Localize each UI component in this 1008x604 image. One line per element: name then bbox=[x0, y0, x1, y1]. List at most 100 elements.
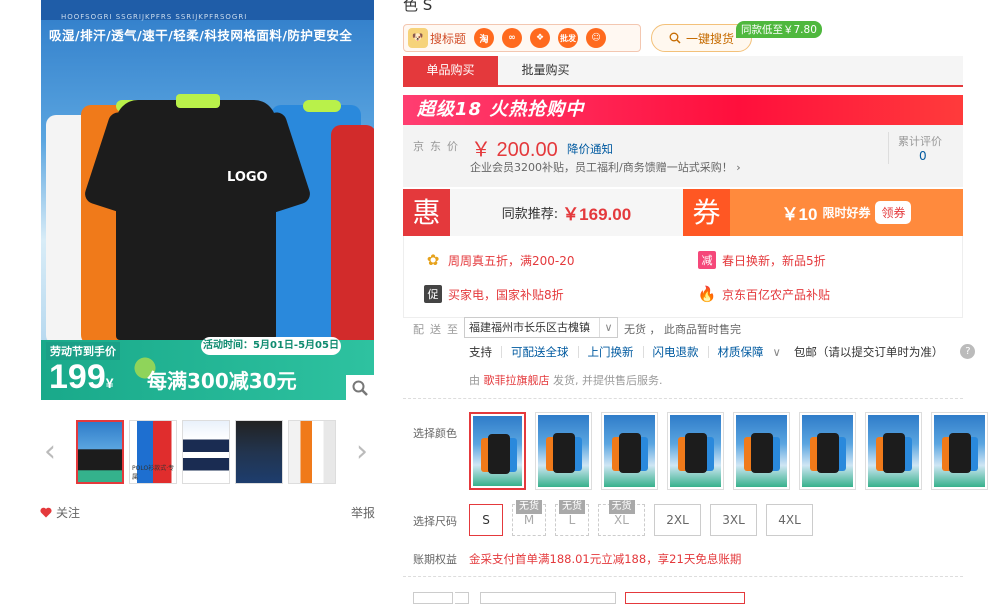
size-label: 选择尺码 bbox=[413, 515, 457, 528]
wholesale-icon[interactable]: 批发 bbox=[558, 28, 579, 48]
purchase-tabs: 单品购买 批量购买 bbox=[403, 56, 963, 87]
promo-item[interactable]: ✿ 周周真五折，满200-20 bbox=[424, 251, 575, 269]
help-icon[interactable]: ? bbox=[960, 344, 976, 359]
divider bbox=[403, 398, 963, 399]
main-product-image[interactable]: HOOFSOGRI SSGRIJKPFRS SSRIJKPFRSOGRI 吸湿/… bbox=[41, 0, 374, 400]
color-option-image bbox=[736, 415, 787, 487]
price-divider bbox=[888, 132, 889, 164]
service-free-shipping: 包邮（请以提交订单时为准） bbox=[793, 344, 944, 359]
service-list: 支持 可配送全球 上门换新 闪电退款 材质保障 ∨ 包邮（请以提交订单时为准） … bbox=[469, 344, 976, 359]
quantity-stepper[interactable] bbox=[455, 592, 469, 604]
quan-badge: 券 bbox=[683, 189, 730, 236]
size-option-label: M bbox=[523, 513, 535, 527]
heart-icon bbox=[40, 507, 52, 518]
size-option[interactable]: 2XL bbox=[654, 504, 701, 536]
same-style-recommend[interactable]: 同款推荐: ￥169.00 bbox=[450, 189, 683, 236]
tab-single-purchase[interactable]: 单品购买 bbox=[403, 56, 498, 85]
promo-item-text: 买家电，国家补贴8折 bbox=[448, 287, 564, 302]
size-option[interactable]: L 无货 bbox=[555, 500, 589, 536]
color-option[interactable] bbox=[667, 412, 724, 490]
search-toolbar: 🐶 搜标题 淘 ∞ ❖ 批发 ☺ bbox=[403, 24, 641, 52]
promo-sale-text: 每满300减30元 bbox=[147, 369, 297, 393]
get-coupon-button[interactable]: 领券 bbox=[875, 201, 912, 224]
option-box[interactable] bbox=[480, 592, 616, 604]
review-count[interactable]: 0 bbox=[919, 149, 927, 163]
color-option[interactable] bbox=[931, 412, 988, 490]
color-option[interactable] bbox=[865, 412, 922, 490]
enterprise-subsidy-link[interactable]: 企业会员3200补贴，员工福利/商务馈赠一站式采购！ › bbox=[470, 159, 741, 175]
color-option[interactable] bbox=[601, 412, 658, 490]
service-fast-refund[interactable]: 闪电退款 bbox=[642, 345, 708, 358]
banner-feature-text: 吸湿/排汗/透气/速干/轻柔/科技网格面料/防护更安全 bbox=[49, 28, 353, 43]
color-option-image bbox=[670, 415, 721, 487]
out-of-stock-badge: 无货 bbox=[559, 500, 585, 514]
service-door-exchange[interactable]: 上门换新 bbox=[577, 345, 643, 358]
color-option[interactable] bbox=[733, 412, 790, 490]
size-option-label: S bbox=[482, 513, 490, 527]
quantity-input[interactable] bbox=[413, 592, 453, 604]
thumbnail[interactable] bbox=[182, 420, 230, 484]
thumbnail[interactable] bbox=[235, 420, 283, 484]
taobao-icon[interactable]: 淘 bbox=[474, 28, 495, 48]
promo-item-text: 春日换新，新品5折 bbox=[722, 253, 826, 268]
sale-banner: 超级18 火热抢购中 bbox=[403, 95, 963, 125]
add-to-cart-button[interactable] bbox=[625, 592, 745, 604]
tab-bulk-purchase[interactable]: 批量购买 bbox=[498, 56, 593, 85]
color-option-image bbox=[934, 415, 985, 487]
promo-item-text: 京东百亿农产品补贴 bbox=[722, 287, 831, 302]
price-notify-link[interactable]: 降价通知 bbox=[567, 141, 613, 157]
thumbnail[interactable] bbox=[76, 420, 124, 484]
color-label: 选择颜色 bbox=[413, 427, 457, 440]
product-price: ￥ 200.00 bbox=[471, 139, 558, 161]
zoom-icon[interactable] bbox=[346, 375, 374, 400]
size-option-label: L bbox=[568, 513, 576, 527]
promotion-icon: 促 bbox=[424, 285, 442, 303]
shop-icon[interactable]: ☺ bbox=[586, 28, 607, 48]
shirt-logo-text: LOGO bbox=[227, 170, 268, 185]
thumb-next-arrow-icon[interactable]: › bbox=[353, 437, 371, 467]
review-label: 累计评价 bbox=[898, 135, 942, 148]
promo-item[interactable]: 促 买家电，国家补贴8折 bbox=[424, 285, 564, 303]
service-global-delivery[interactable]: 可配送全球 bbox=[501, 345, 578, 358]
hui-badge: 惠 bbox=[403, 189, 450, 236]
color-option[interactable] bbox=[535, 412, 592, 490]
promo-item[interactable]: 减 春日换新，新品5折 bbox=[698, 251, 826, 269]
thumb-prev-arrow-icon[interactable]: ‹ bbox=[41, 437, 59, 467]
color-option[interactable] bbox=[469, 412, 526, 490]
size-option[interactable]: M 无货 bbox=[512, 500, 546, 536]
delivery-location-select[interactable]: 福建福州市长乐区古槐镇 ∨ bbox=[464, 317, 618, 338]
out-of-stock-badge: 无货 bbox=[516, 500, 542, 514]
same-style-label: 同款推荐: bbox=[501, 207, 559, 222]
service-material-guarantee[interactable]: 材质保障 bbox=[707, 345, 773, 358]
thumbnail[interactable]: POLO衫款式·专属 bbox=[129, 420, 177, 484]
seller-store-link[interactable]: 歌菲拉旗舰店 bbox=[484, 374, 550, 387]
follow-label: 关注 bbox=[56, 506, 81, 520]
color-option-image bbox=[473, 416, 522, 486]
color-option[interactable] bbox=[799, 412, 856, 490]
gift-icon[interactable]: ❖ bbox=[530, 28, 551, 48]
size-option-label: 3XL bbox=[722, 513, 745, 527]
size-option[interactable]: 3XL bbox=[710, 504, 757, 536]
stock-status: 无货 ， 此商品暂时售完 bbox=[624, 323, 741, 336]
size-option[interactable]: S bbox=[469, 504, 503, 536]
service-more-chevron-icon[interactable]: ∨ bbox=[773, 346, 790, 358]
discount-icon: 减 bbox=[698, 251, 716, 269]
chevron-down-icon: ∨ bbox=[599, 318, 617, 337]
color-option-image bbox=[538, 415, 589, 487]
thumbnail[interactable] bbox=[288, 420, 336, 484]
size-option[interactable]: 4XL bbox=[766, 504, 813, 536]
follow-button[interactable]: 关注 bbox=[40, 504, 80, 521]
color-option-image bbox=[802, 415, 853, 487]
report-link[interactable]: 举报 bbox=[351, 504, 375, 521]
size-option[interactable]: XL 无货 bbox=[598, 500, 645, 536]
search-title-button[interactable]: 搜标题 bbox=[430, 30, 466, 47]
color-option-image bbox=[868, 415, 919, 487]
red-shirt bbox=[331, 125, 374, 345]
link-icon[interactable]: ∞ bbox=[502, 28, 523, 48]
same-style-price: ￥169.00 bbox=[562, 205, 632, 224]
service-support-label: 支持 bbox=[469, 344, 492, 359]
promo-item[interactable]: 🔥 京东百亿农产品补贴 bbox=[698, 285, 830, 303]
payment-offer-text[interactable]: 金采支付首单满188.01元立减188，享21天免息账期 bbox=[469, 551, 741, 567]
size-options: S M 无货 L 无货 XL 无货 2XL 3XL 4XL bbox=[469, 500, 813, 536]
coupon-value: ￥10 bbox=[781, 205, 818, 224]
